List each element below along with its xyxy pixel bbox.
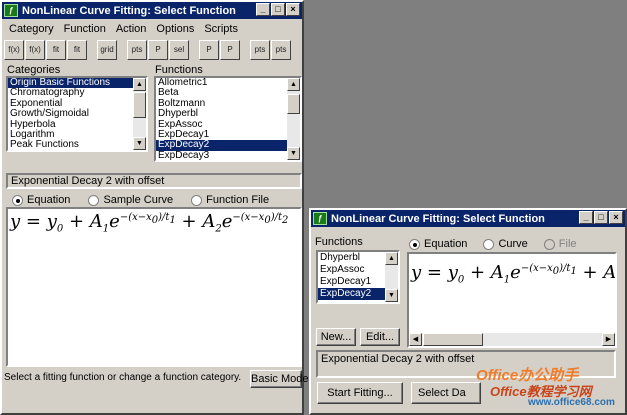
radio-dot[interactable]: [483, 238, 495, 250]
second-title: NonLinear Curve Fitting: Select Function: [331, 212, 545, 225]
basic-mode-button[interactable]: Basic Mode: [250, 370, 308, 388]
scroll-thumb[interactable]: [287, 94, 300, 114]
menu-scripts[interactable]: Scripts: [199, 21, 243, 37]
maximize-icon[interactable]: □: [271, 3, 285, 16]
radio-curve-label: Curve: [498, 238, 528, 250]
equation-panel: y = y0 + A1e−(x−x0)/t1 + A2e−(x−x0)/t2: [6, 207, 302, 367]
close-icon[interactable]: ×: [286, 3, 300, 16]
category-item[interactable]: Peak Functions: [8, 139, 146, 150]
radio-dot[interactable]: [12, 194, 23, 206]
scroll-thumb[interactable]: [423, 333, 483, 346]
select-data-button[interactable]: Select Da: [411, 382, 481, 404]
functions-list[interactable]: Allometric1 Beta Boltzmann Dhyperbl ExpA…: [154, 76, 302, 162]
tool-points-a-icon[interactable]: pts: [250, 40, 270, 60]
maximize-icon[interactable]: □: [594, 211, 608, 224]
scroll-left-icon[interactable]: ◀: [409, 333, 422, 346]
scroll-thumb[interactable]: [133, 92, 146, 118]
main-window: ƒ NonLinear Curve Fitting: Select Functi…: [0, 0, 308, 415]
start-fitting-button[interactable]: Start Fitting...: [317, 382, 403, 404]
minimize-icon[interactable]: _: [579, 211, 593, 224]
scroll-down-icon[interactable]: ▼: [385, 289, 398, 302]
radio-equation[interactable]: Equation: [409, 238, 467, 250]
scroll-down-icon[interactable]: ▼: [287, 147, 300, 160]
status-text: Select a fitting function or change a fu…: [4, 372, 242, 383]
app-icon: ƒ: [313, 212, 327, 225]
new-button[interactable]: New...: [316, 328, 356, 346]
radio-sample-curve-label: Sample Curve: [103, 194, 174, 206]
tool-param-icon[interactable]: P: [148, 40, 168, 60]
functions-scrollbar[interactable]: ▲ ▼: [287, 78, 300, 160]
tool-peak-icon[interactable]: fit: [67, 40, 87, 60]
second-functions-label: Functions: [315, 236, 363, 248]
scroll-up-icon[interactable]: ▲: [287, 78, 300, 91]
menu-category[interactable]: Category: [4, 21, 59, 37]
scroll-up-icon[interactable]: ▲: [385, 252, 398, 265]
description-field: Exponential Decay 2 with offset: [6, 173, 302, 189]
radio-file-label: File: [558, 238, 577, 250]
app-icon: ƒ: [4, 4, 18, 17]
equation-hscrollbar[interactable]: ◀ ▶: [409, 333, 615, 346]
tool-fx-edit-icon[interactable]: f(x): [25, 40, 45, 60]
view-options: Equation Sample Curve Function File: [12, 193, 287, 207]
categories-label: Categories: [7, 64, 61, 76]
radio-sample-curve[interactable]: Sample Curve: [88, 194, 173, 206]
radio-file[interactable]: File: [543, 238, 577, 250]
radio-dot: [543, 238, 555, 250]
radio-dot[interactable]: [88, 194, 100, 206]
radio-curve[interactable]: Curve: [483, 238, 528, 250]
equation-text: y = y0 + A1e−(x−x0)/t1 + A2e: [411, 262, 617, 286]
close-icon[interactable]: ×: [609, 211, 623, 224]
category-item[interactable]: Growth/Sigmoidal: [8, 108, 146, 119]
radio-function-file[interactable]: Function File: [191, 194, 269, 206]
menu-function[interactable]: Function: [59, 21, 111, 37]
second-functions-scrollbar[interactable]: ▲ ▼: [385, 252, 398, 302]
menu-action[interactable]: Action: [111, 21, 152, 37]
edit-button[interactable]: Edit...: [360, 328, 400, 346]
second-functions-list[interactable]: Dhyperbl ExpAssoc ExpDecay1 ExpDecay2 ▲ …: [316, 250, 400, 304]
equation-text: y = y0 + A1e−(x−x0)/t1 + A2e−(x−x0)/t2: [10, 211, 289, 235]
tool-fx-icon[interactable]: f(x): [4, 40, 24, 60]
menu-bar: Category Function Action Options Scripts: [4, 21, 243, 37]
categories-list[interactable]: Origin Basic Functions Chromatography Ex…: [6, 76, 148, 152]
scroll-down-icon[interactable]: ▼: [133, 137, 146, 150]
main-title: NonLinear Curve Fitting: Select Function: [22, 4, 236, 17]
radio-dot[interactable]: [409, 238, 420, 250]
radio-equation-label: Equation: [424, 238, 468, 250]
tool-color-bars-icon[interactable]: pts: [127, 40, 147, 60]
scroll-right-icon[interactable]: ▶: [602, 333, 615, 346]
radio-equation-label: Equation: [27, 194, 71, 206]
tool-select-icon[interactable]: sel: [169, 40, 189, 60]
main-title-bar[interactable]: ƒ NonLinear Curve Fitting: Select Functi…: [2, 2, 302, 19]
tool-fit-icon[interactable]: fit: [46, 40, 66, 60]
function-item[interactable]: Dhyperbl: [156, 108, 300, 119]
second-title-bar[interactable]: ƒ NonLinear Curve Fitting: Select Functi…: [311, 210, 625, 227]
second-equation-panel: y = y0 + A1e−(x−x0)/t1 + A2e ◀ ▶: [407, 252, 617, 348]
scroll-up-icon[interactable]: ▲: [133, 78, 146, 91]
radio-dot[interactable]: [191, 194, 203, 206]
tool-points-b-icon[interactable]: pts: [271, 40, 291, 60]
tool-worksheet-icon[interactable]: grid: [97, 40, 117, 60]
radio-equation[interactable]: Equation: [12, 194, 70, 206]
tool-param-a-icon[interactable]: P: [199, 40, 219, 60]
radio-function-file-label: Function File: [206, 194, 270, 206]
function-item[interactable]: ExpDecay3: [156, 150, 300, 160]
watermark-url: www.office68.com: [528, 397, 615, 408]
toolbar: f(x) f(x) fit fit grid pts P sel P P pts…: [4, 38, 291, 62]
functions-label: Functions: [155, 64, 203, 76]
menu-options[interactable]: Options: [151, 21, 199, 37]
tool-param-b-icon[interactable]: P: [220, 40, 240, 60]
second-view-options: Equation Curve File: [409, 237, 595, 251]
categories-scrollbar[interactable]: ▲ ▼: [133, 78, 146, 150]
minimize-icon[interactable]: _: [256, 3, 270, 16]
